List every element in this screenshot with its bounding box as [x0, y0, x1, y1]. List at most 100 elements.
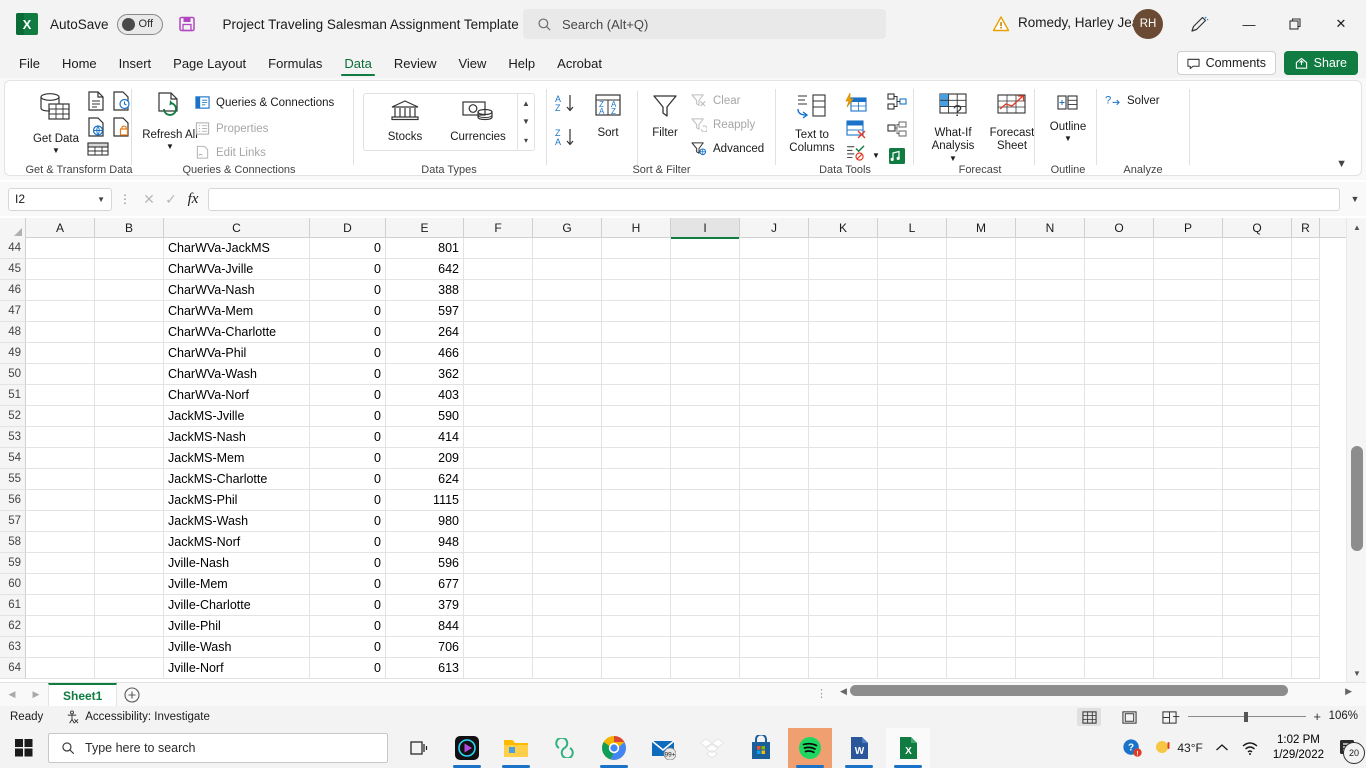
- cell-O52[interactable]: [1085, 406, 1154, 427]
- cell-H52[interactable]: [602, 406, 671, 427]
- cell-A44[interactable]: [26, 238, 95, 259]
- mail-app[interactable]: 99+: [641, 728, 685, 768]
- network-status-icon[interactable]: [1235, 740, 1265, 756]
- cell-D59[interactable]: 0: [310, 553, 386, 574]
- row-header-60[interactable]: 60: [0, 574, 26, 595]
- cell-M51[interactable]: [947, 385, 1016, 406]
- cell-B56[interactable]: [95, 490, 164, 511]
- cell-G60[interactable]: [533, 574, 602, 595]
- filter-button[interactable]: Filter: [643, 93, 687, 140]
- cell-I58[interactable]: [671, 532, 740, 553]
- cell-G64[interactable]: [533, 658, 602, 679]
- taskbar-clock[interactable]: 1:02 PM 1/29/2022: [1265, 733, 1332, 762]
- cell-N62[interactable]: [1016, 616, 1085, 637]
- cell-J59[interactable]: [740, 553, 809, 574]
- column-header-q[interactable]: Q: [1223, 218, 1292, 238]
- cell-D62[interactable]: 0: [310, 616, 386, 637]
- comments-button[interactable]: Comments: [1176, 51, 1276, 75]
- cell-R57[interactable]: [1292, 511, 1320, 532]
- cell-L54[interactable]: [878, 448, 947, 469]
- column-header-g[interactable]: G: [533, 218, 602, 238]
- cell-M49[interactable]: [947, 343, 1016, 364]
- cell-K62[interactable]: [809, 616, 878, 637]
- cell-K58[interactable]: [809, 532, 878, 553]
- currencies-button[interactable]: Currencies: [442, 99, 514, 144]
- cell-R56[interactable]: [1292, 490, 1320, 511]
- cell-Q55[interactable]: [1223, 469, 1292, 490]
- cell-E57[interactable]: 980: [386, 511, 464, 532]
- scroll-up-icon[interactable]: ▲: [522, 99, 530, 108]
- cell-A46[interactable]: [26, 280, 95, 301]
- refresh-all-button[interactable]: Refresh All ▼: [141, 91, 199, 152]
- from-web-button[interactable]: [87, 117, 105, 137]
- tab-page-layout[interactable]: Page Layout: [162, 49, 257, 77]
- cell-B61[interactable]: [95, 595, 164, 616]
- cell-C48[interactable]: CharWVa-Charlotte: [164, 322, 310, 343]
- cell-N63[interactable]: [1016, 637, 1085, 658]
- cell-Q49[interactable]: [1223, 343, 1292, 364]
- file-explorer-app[interactable]: [494, 728, 538, 768]
- word-app[interactable]: W: [837, 728, 881, 768]
- cell-J45[interactable]: [740, 259, 809, 280]
- cell-O44[interactable]: [1085, 238, 1154, 259]
- cell-H50[interactable]: [602, 364, 671, 385]
- cell-G59[interactable]: [533, 553, 602, 574]
- cell-H60[interactable]: [602, 574, 671, 595]
- cell-B60[interactable]: [95, 574, 164, 595]
- cell-I46[interactable]: [671, 280, 740, 301]
- ribbon-collapse-button[interactable]: ▼: [1336, 158, 1347, 170]
- zoom-slider-knob[interactable]: [1244, 712, 1248, 722]
- cell-Q47[interactable]: [1223, 301, 1292, 322]
- cell-H63[interactable]: [602, 637, 671, 658]
- cell-J46[interactable]: [740, 280, 809, 301]
- table-row[interactable]: 50 CharWVa-Wash 0 362: [0, 364, 1346, 385]
- table-row[interactable]: 52 JackMS-Jville 0 590: [0, 406, 1346, 427]
- cell-M63[interactable]: [947, 637, 1016, 658]
- cell-H58[interactable]: [602, 532, 671, 553]
- row-header-47[interactable]: 47: [0, 301, 26, 322]
- cell-K45[interactable]: [809, 259, 878, 280]
- cell-L50[interactable]: [878, 364, 947, 385]
- cell-N59[interactable]: [1016, 553, 1085, 574]
- cell-L60[interactable]: [878, 574, 947, 595]
- cell-D55[interactable]: 0: [310, 469, 386, 490]
- row-header-50[interactable]: 50: [0, 364, 26, 385]
- cell-F54[interactable]: [464, 448, 533, 469]
- tab-home[interactable]: Home: [51, 49, 108, 77]
- cell-G57[interactable]: [533, 511, 602, 532]
- cell-M44[interactable]: [947, 238, 1016, 259]
- cell-Q45[interactable]: [1223, 259, 1292, 280]
- table-row[interactable]: 45 CharWVa-Jville 0 642: [0, 259, 1346, 280]
- cell-E55[interactable]: 624: [386, 469, 464, 490]
- data-validation-caret-icon[interactable]: ▼: [872, 151, 880, 160]
- cell-L49[interactable]: [878, 343, 947, 364]
- row-header-59[interactable]: 59: [0, 553, 26, 574]
- cell-N49[interactable]: [1016, 343, 1085, 364]
- cell-F45[interactable]: [464, 259, 533, 280]
- column-header-n[interactable]: N: [1016, 218, 1085, 238]
- vertical-scrollbar[interactable]: ▲ ▼: [1346, 218, 1366, 682]
- cell-N45[interactable]: [1016, 259, 1085, 280]
- cell-O58[interactable]: [1085, 532, 1154, 553]
- cell-K52[interactable]: [809, 406, 878, 427]
- column-header-p[interactable]: P: [1154, 218, 1223, 238]
- cell-H53[interactable]: [602, 427, 671, 448]
- share-button[interactable]: Share: [1283, 51, 1358, 75]
- cell-M45[interactable]: [947, 259, 1016, 280]
- cell-J53[interactable]: [740, 427, 809, 448]
- cell-P53[interactable]: [1154, 427, 1223, 448]
- cell-C49[interactable]: CharWVa-Phil: [164, 343, 310, 364]
- start-button[interactable]: [0, 739, 48, 757]
- cell-G53[interactable]: [533, 427, 602, 448]
- cell-N57[interactable]: [1016, 511, 1085, 532]
- cell-J60[interactable]: [740, 574, 809, 595]
- hscroll-right-arrow-icon[interactable]: ▶: [1345, 686, 1352, 697]
- cell-O56[interactable]: [1085, 490, 1154, 511]
- cell-J52[interactable]: [740, 406, 809, 427]
- restore-button[interactable]: [1272, 0, 1318, 48]
- row-header-44[interactable]: 44: [0, 238, 26, 259]
- cell-D64[interactable]: 0: [310, 658, 386, 679]
- cell-D47[interactable]: 0: [310, 301, 386, 322]
- user-avatar[interactable]: RH: [1133, 9, 1163, 39]
- warning-icon[interactable]: [992, 15, 1010, 33]
